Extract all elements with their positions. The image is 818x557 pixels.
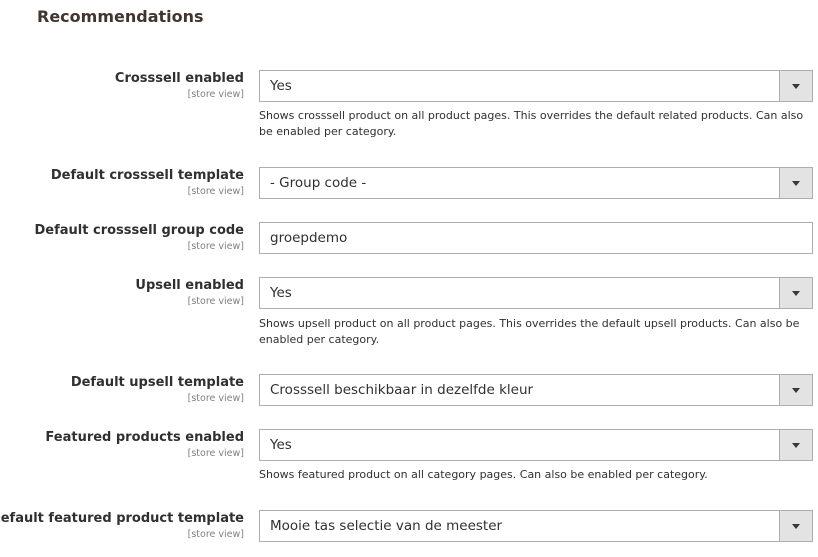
section-title: Recommendations xyxy=(37,7,204,26)
featured-products-enabled-scope: [store view] xyxy=(187,448,244,459)
crosssell-enabled-label: Crosssell enabled xyxy=(114,71,244,86)
chevron-down-icon xyxy=(792,388,800,393)
chevron-down-icon xyxy=(792,181,800,186)
chevron-down-icon xyxy=(792,443,800,448)
featured-products-enabled-note: Shows featured product on all category p… xyxy=(259,468,708,481)
upsell-enabled-select[interactable]: Yes xyxy=(259,277,813,309)
dropdown-toggle[interactable] xyxy=(779,71,812,101)
upsell-enabled-scope: [store view] xyxy=(187,296,244,307)
crosssell-enabled-value: Yes xyxy=(270,78,292,94)
default-upsell-template-scope: [store view] xyxy=(187,393,244,404)
default-crosssell-template-scope: [store view] xyxy=(187,186,244,197)
dropdown-toggle[interactable] xyxy=(779,375,812,405)
dropdown-toggle[interactable] xyxy=(779,511,812,541)
upsell-enabled-value: Yes xyxy=(270,285,292,301)
default-upsell-template-label: Default upsell template xyxy=(70,375,244,390)
featured-products-enabled-value: Yes xyxy=(270,437,292,453)
dropdown-toggle[interactable] xyxy=(779,430,812,460)
default-crosssell-template-value: - Group code - xyxy=(270,175,367,191)
default-featured-product-template-value: Mooie tas selectie van de meester xyxy=(270,518,503,534)
default-upsell-template-select[interactable]: Crosssell beschikbaar in dezelfde kleur xyxy=(259,374,813,406)
upsell-enabled-label: Upsell enabled xyxy=(135,278,244,293)
chevron-down-icon xyxy=(792,84,800,89)
default-featured-product-template-select[interactable]: Mooie tas selectie van de meester xyxy=(259,510,813,542)
default-crosssell-group-code-label: Default crosssell group code xyxy=(34,223,245,238)
default-crosssell-template-label: Default crosssell template xyxy=(50,168,244,183)
dropdown-toggle[interactable] xyxy=(779,278,812,308)
chevron-down-icon xyxy=(792,291,800,296)
featured-products-enabled-select[interactable]: Yes xyxy=(259,429,813,461)
default-featured-product-template-scope: [store view] xyxy=(187,529,244,540)
crosssell-enabled-note: Shows crosssell product on all product p… xyxy=(259,109,804,138)
default-upsell-template-value: Crosssell beschikbaar in dezelfde kleur xyxy=(270,382,534,398)
default-crosssell-group-code-input[interactable] xyxy=(259,222,813,254)
crosssell-enabled-select[interactable]: Yes xyxy=(259,70,813,102)
upsell-enabled-note: Shows upsell product on all product page… xyxy=(259,317,800,346)
dropdown-toggle[interactable] xyxy=(779,168,812,198)
default-featured-product-template-label: Default featured product template xyxy=(0,511,244,526)
chevron-down-icon xyxy=(792,524,800,529)
featured-products-enabled-label: Featured products enabled xyxy=(45,430,244,445)
default-crosssell-group-code-scope: [store view] xyxy=(187,241,244,252)
default-crosssell-template-select[interactable]: - Group code - xyxy=(259,167,813,199)
crosssell-enabled-scope: [store view] xyxy=(187,89,244,100)
